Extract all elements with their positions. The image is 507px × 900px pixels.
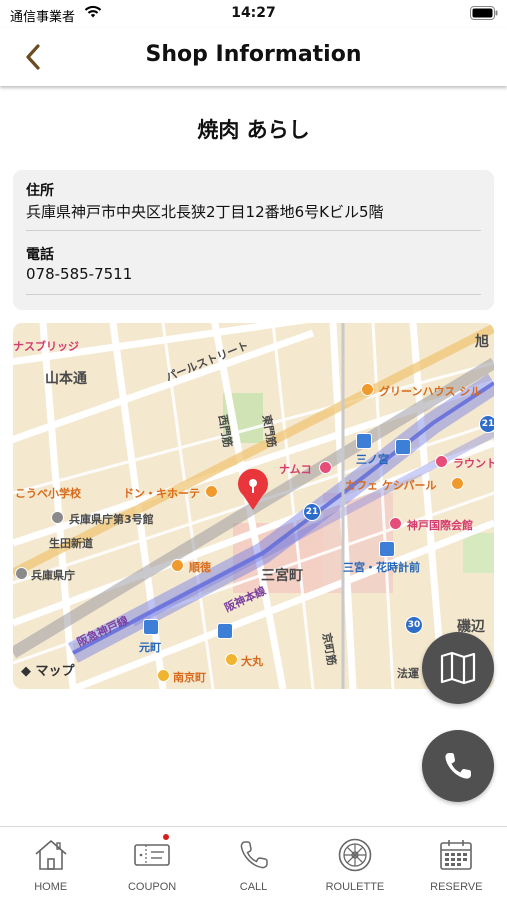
tab-call[interactable]: CALL [203,827,304,900]
map-label: グリーンハウス シル [379,385,482,398]
shop-poi-icon [319,461,332,474]
page-title: Shop Information [145,42,362,67]
route-badge: 21 [303,503,321,521]
map-label: ラウント [453,457,494,470]
map-label: 兵庫県庁第3号館 [69,513,154,526]
shop-info-card: 住所 兵庫県神戸市中央区北長狭2丁目12番地6号Kビル5階 電話 078-585… [13,170,494,310]
phone-icon [445,753,471,779]
shop-poi-icon [389,517,402,530]
map-label: こうべ小学校 [15,487,81,500]
shop-map[interactable]: ナスブリッジ 山本通 パールストリート 旭 グリーンハウス シル 西門筋 東門筋… [13,323,494,689]
phone-icon [236,837,272,873]
map-label: 法運 [397,667,419,680]
map-label: 元町 [139,641,161,654]
calendar-icon [438,837,474,873]
bus-stop-icon [395,439,411,455]
map-label: ドン・キホーテ [123,487,200,500]
shop-poi-icon [225,653,238,666]
map-label: 三宮・花時計前 [343,561,420,574]
home-icon [33,837,69,873]
tab-label: ROULETTE [325,881,385,893]
bottom-tab-bar: HOME COUPON CALL ROULETTE RESERVE [0,826,507,900]
maps-attribution-label: マップ [35,664,75,679]
train-station-icon [356,433,372,449]
address-label: 住所 [26,183,54,199]
roulette-icon [337,837,373,873]
map-icon [440,651,476,685]
bus-stop-icon [217,623,233,639]
tab-label: CALL [239,881,268,893]
tab-roulette[interactable]: ROULETTE [304,827,405,900]
bus-stop-icon [379,541,395,557]
tab-coupon[interactable]: COUPON [101,827,202,900]
battery-icon [470,6,498,20]
tab-reserve[interactable]: RESERVE [406,827,507,900]
coupon-icon [134,837,170,873]
tab-label: RESERVE [430,881,483,893]
building-poi-icon [15,567,28,580]
train-station-icon [143,619,159,635]
route-badge: 21 [479,415,494,433]
status-bar: 通信事業者 14:27 [0,0,507,28]
open-map-button[interactable] [422,632,494,704]
map-label: 山本通 [45,371,87,387]
shop-poi-icon [205,485,218,498]
map-label: カフェ ケシパール [345,479,437,492]
tab-label: COUPON [127,881,177,893]
cafe-poi-icon [451,477,464,490]
call-button[interactable] [422,730,494,802]
info-divider [26,230,481,231]
navigation-bar: Shop Information [0,28,507,86]
map-label: 旭 [475,334,489,350]
apple-logo-icon: ◆ [21,664,31,679]
status-time: 14:27 [231,5,276,21]
location-pin-icon[interactable] [235,467,271,511]
map-label: 兵庫県庁 [31,569,75,582]
phone-label: 電話 [26,247,54,263]
map-label: 三ノ宮 [356,453,389,466]
shop-poi-icon [157,669,170,682]
map-label: 生田新道 [49,537,93,550]
route-badge: 30 [405,616,423,634]
address-value[interactable]: 兵庫県神戸市中央区北長狭2丁目12番地6号Kビル5階 [26,201,384,222]
map-label: 南京町 [173,671,206,684]
phone-value[interactable]: 078-585-7511 [26,265,132,283]
map-label: ナスブリッジ [13,340,79,353]
maps-attribution: ◆ マップ [21,660,75,679]
shop-poi-icon [361,383,374,396]
map-label: 三宮町 [261,568,303,584]
map-label: 順徳 [189,561,211,574]
restaurant-poi-icon [171,559,184,572]
tab-home[interactable]: HOME [0,827,101,900]
building-poi-icon [51,511,64,524]
shop-poi-icon [435,455,448,468]
shop-name: 焼肉 あらし [197,118,310,142]
info-divider [26,294,481,295]
map-label: ナムコ [279,463,312,476]
map-label: 神戸国際会館 [407,519,473,532]
tab-label: HOME [34,881,68,893]
map-label: 大丸 [241,655,263,668]
